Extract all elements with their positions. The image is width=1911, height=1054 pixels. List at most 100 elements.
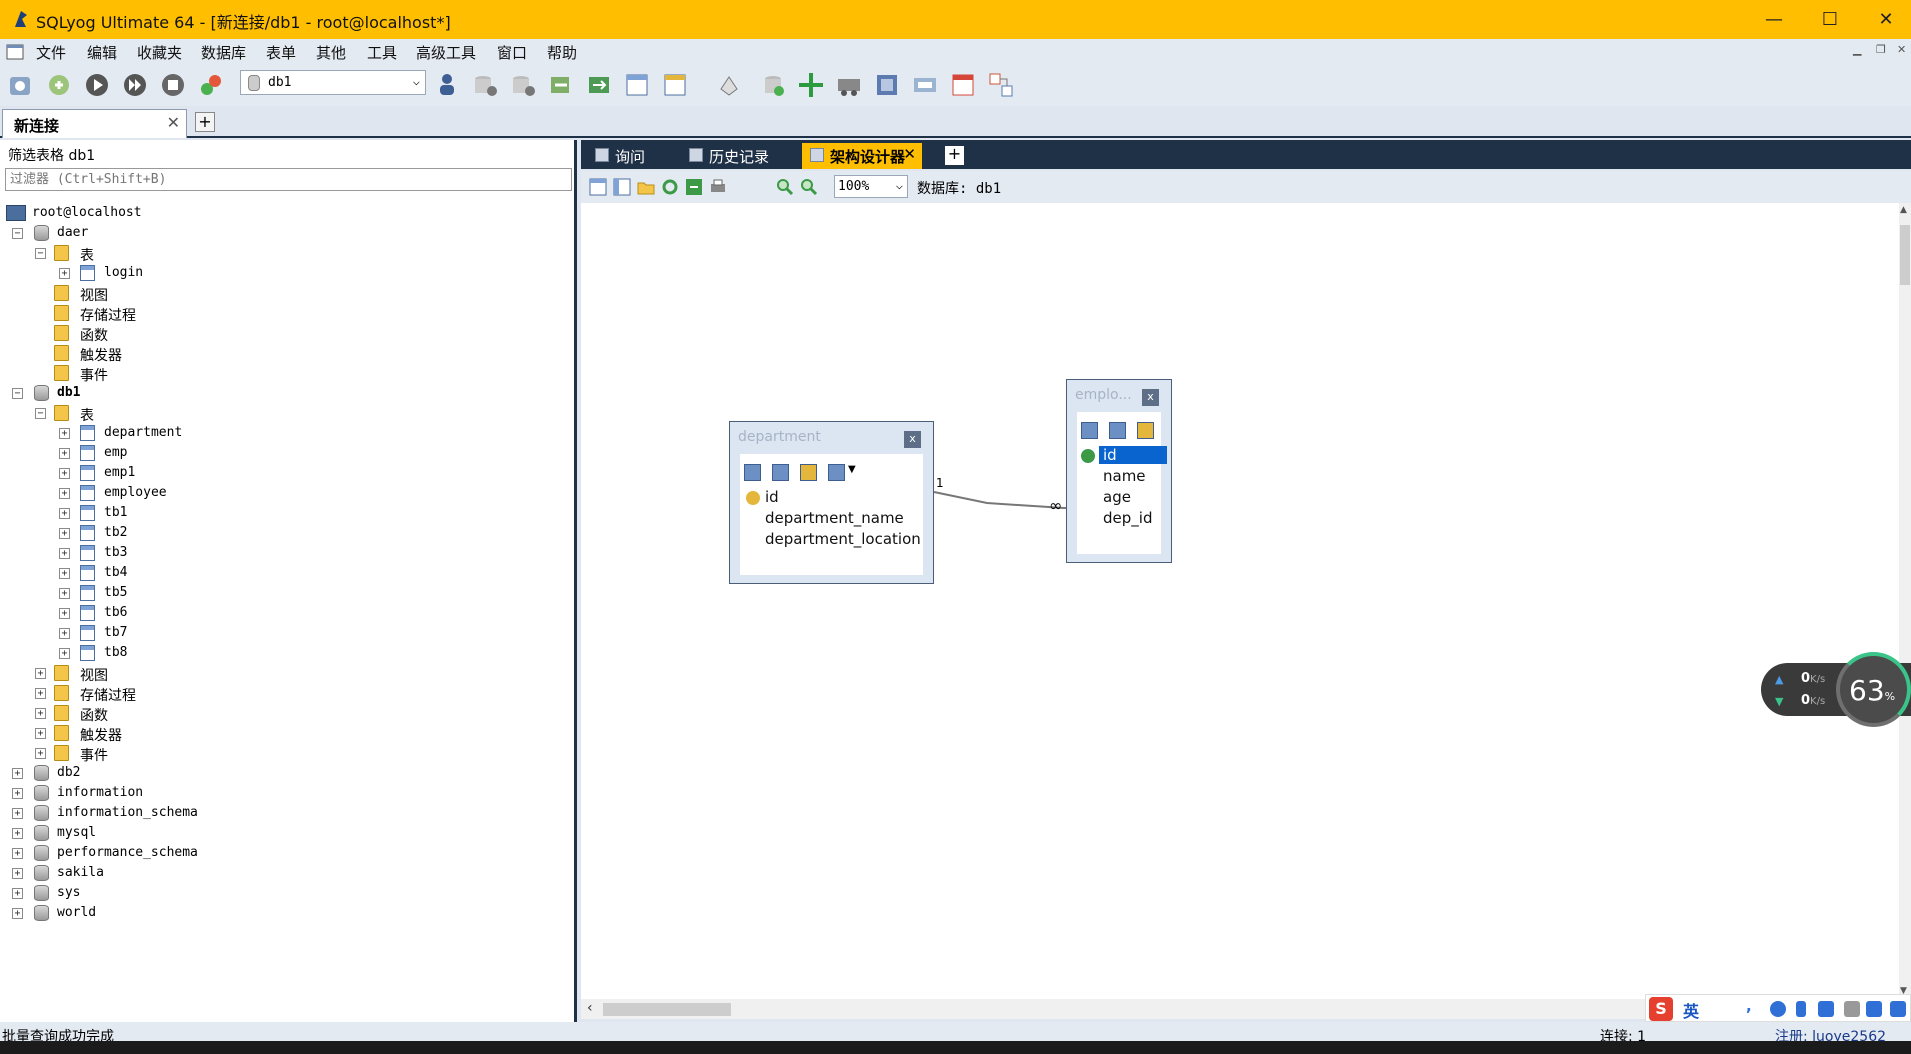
menu-tools[interactable]: 工具 xyxy=(367,42,397,63)
expand-icon[interactable]: + xyxy=(59,588,70,599)
expand-icon[interactable]: + xyxy=(59,568,70,579)
filter-input[interactable] xyxy=(5,168,572,191)
tab-schema-designer[interactable]: 架构设计器 ✕ xyxy=(802,143,922,169)
column-item-selected[interactable]: id xyxy=(1099,446,1167,464)
expand-icon[interactable]: + xyxy=(59,428,70,439)
toolbox-icon[interactable] xyxy=(1890,1001,1906,1017)
expand-icon[interactable]: + xyxy=(35,728,46,739)
user-manager-icon[interactable] xyxy=(431,69,463,101)
menu-window[interactable]: 窗口 xyxy=(497,42,527,63)
restore-db-icon[interactable] xyxy=(507,69,539,101)
close-tab-icon[interactable]: ✕ xyxy=(903,145,916,163)
close-table-icon[interactable]: x xyxy=(904,431,921,448)
import-icon[interactable] xyxy=(545,69,577,101)
mdi-restore-icon[interactable]: ❐ xyxy=(1876,43,1886,56)
table-data-icon[interactable] xyxy=(621,69,653,101)
keyboard-icon[interactable] xyxy=(1818,1001,1834,1017)
notifications-icon[interactable] xyxy=(909,69,941,101)
mdi-window-icon[interactable] xyxy=(6,44,24,60)
menu-edit[interactable]: 编辑 xyxy=(87,42,117,63)
expand-icon[interactable]: + xyxy=(59,648,70,659)
backup-db-icon[interactable] xyxy=(469,69,501,101)
manage-keys-icon[interactable] xyxy=(1137,422,1154,439)
emoji-icon[interactable] xyxy=(1770,1001,1786,1017)
execute-query-icon[interactable] xyxy=(81,69,113,101)
job-agent-icon[interactable] xyxy=(871,69,903,101)
new-tab-button[interactable]: + xyxy=(945,146,964,165)
column-item[interactable]: dep_id xyxy=(1103,509,1152,527)
table-structure-icon[interactable] xyxy=(659,69,691,101)
open-folder-icon[interactable] xyxy=(637,178,655,196)
db-sync-icon[interactable] xyxy=(757,69,789,101)
table-header[interactable]: emplo... x xyxy=(1067,380,1171,410)
expand-icon[interactable]: + xyxy=(59,548,70,559)
compare-icon[interactable] xyxy=(795,69,827,101)
new-connection-icon[interactable] xyxy=(43,69,75,101)
maximize-button[interactable]: ☐ xyxy=(1800,0,1860,39)
menu-help[interactable]: 帮助 xyxy=(547,42,577,63)
expand-icon[interactable]: + xyxy=(12,768,23,779)
edit-table-icon[interactable] xyxy=(744,464,761,481)
expand-icon[interactable]: + xyxy=(59,528,70,539)
close-window-button[interactable]: ✕ xyxy=(1856,0,1911,39)
menu-other[interactable]: 其他 xyxy=(316,42,346,63)
menu-advanced-tools[interactable]: 高级工具 xyxy=(416,42,476,63)
print-icon[interactable] xyxy=(709,178,727,196)
query-builder-icon[interactable] xyxy=(713,69,745,101)
column-item[interactable]: department_location xyxy=(765,530,921,548)
menu-table[interactable]: 表单 xyxy=(266,42,296,63)
connection-tab[interactable]: 新连接 ✕ xyxy=(2,109,187,138)
zoom-select[interactable]: 100% ⌵ xyxy=(834,175,908,198)
expand-icon[interactable]: + xyxy=(59,468,70,479)
expand-icon[interactable]: + xyxy=(12,808,23,819)
menu-file[interactable]: 文件 xyxy=(36,42,66,63)
menu-database[interactable]: 数据库 xyxy=(201,42,246,63)
expand-icon[interactable]: + xyxy=(35,668,46,679)
employee-table[interactable]: emplo... x id name age dep_id xyxy=(1066,379,1172,563)
expand-icon[interactable]: + xyxy=(59,608,70,619)
expand-icon[interactable]: + xyxy=(12,788,23,799)
add-column-icon[interactable] xyxy=(613,178,631,196)
close-tab-icon[interactable]: ✕ xyxy=(167,113,180,132)
new-connection-tab-button[interactable]: + xyxy=(195,112,215,132)
collapse-icon[interactable]: − xyxy=(12,388,23,399)
stop-query-icon[interactable] xyxy=(157,69,189,101)
manage-indexes-icon[interactable] xyxy=(772,464,789,481)
export-icon[interactable] xyxy=(583,69,615,101)
schema-sync-icon[interactable] xyxy=(195,69,227,101)
ime-language[interactable]: 英 xyxy=(1683,998,1699,1022)
database-select[interactable]: db1 ⌵ xyxy=(240,70,426,95)
expand-icon[interactable]: + xyxy=(35,708,46,719)
add-table-icon[interactable] xyxy=(589,178,607,196)
expand-icon[interactable]: + xyxy=(59,448,70,459)
collapse-icon[interactable]: − xyxy=(35,408,46,419)
tab-query[interactable]: 询问 xyxy=(587,143,677,169)
minimize-button[interactable]: — xyxy=(1744,0,1804,39)
expand-icon[interactable]: + xyxy=(35,688,46,699)
close-table-icon[interactable]: x xyxy=(1142,389,1159,406)
collapse-icon[interactable]: − xyxy=(12,228,23,239)
column-item[interactable]: department_name xyxy=(765,509,904,527)
chevron-down-icon[interactable]: ▼ xyxy=(848,464,856,475)
vertical-scrollbar[interactable]: ▲ ▼ xyxy=(1899,203,1911,999)
table-menu-icon[interactable] xyxy=(828,464,845,481)
export-image-icon[interactable] xyxy=(685,178,703,196)
scroll-up-icon[interactable]: ▲ xyxy=(1900,205,1907,215)
tab-history[interactable]: 历史记录 xyxy=(681,143,781,169)
manage-keys-icon[interactable] xyxy=(800,464,817,481)
microphone-icon[interactable] xyxy=(1796,1001,1806,1017)
expand-icon[interactable]: + xyxy=(12,848,23,859)
schema-canvas[interactable]: 1 ∞ department x ▼ id department_name de… xyxy=(581,203,1899,999)
expand-icon[interactable]: + xyxy=(59,268,70,279)
zoom-out-icon[interactable] xyxy=(800,178,818,196)
table-header[interactable]: department x xyxy=(730,422,933,452)
expand-icon[interactable]: + xyxy=(12,908,23,919)
punctuation-icon[interactable]: , xyxy=(1746,997,1762,1015)
collapse-icon[interactable]: − xyxy=(35,248,46,259)
expand-icon[interactable]: + xyxy=(59,488,70,499)
zoom-in-icon[interactable] xyxy=(776,178,794,196)
scroll-thumb[interactable] xyxy=(603,1003,731,1016)
refresh-icon[interactable] xyxy=(661,178,679,196)
skin-icon[interactable] xyxy=(1866,1001,1882,1017)
mdi-minimize-icon[interactable]: ▁ xyxy=(1853,43,1861,56)
